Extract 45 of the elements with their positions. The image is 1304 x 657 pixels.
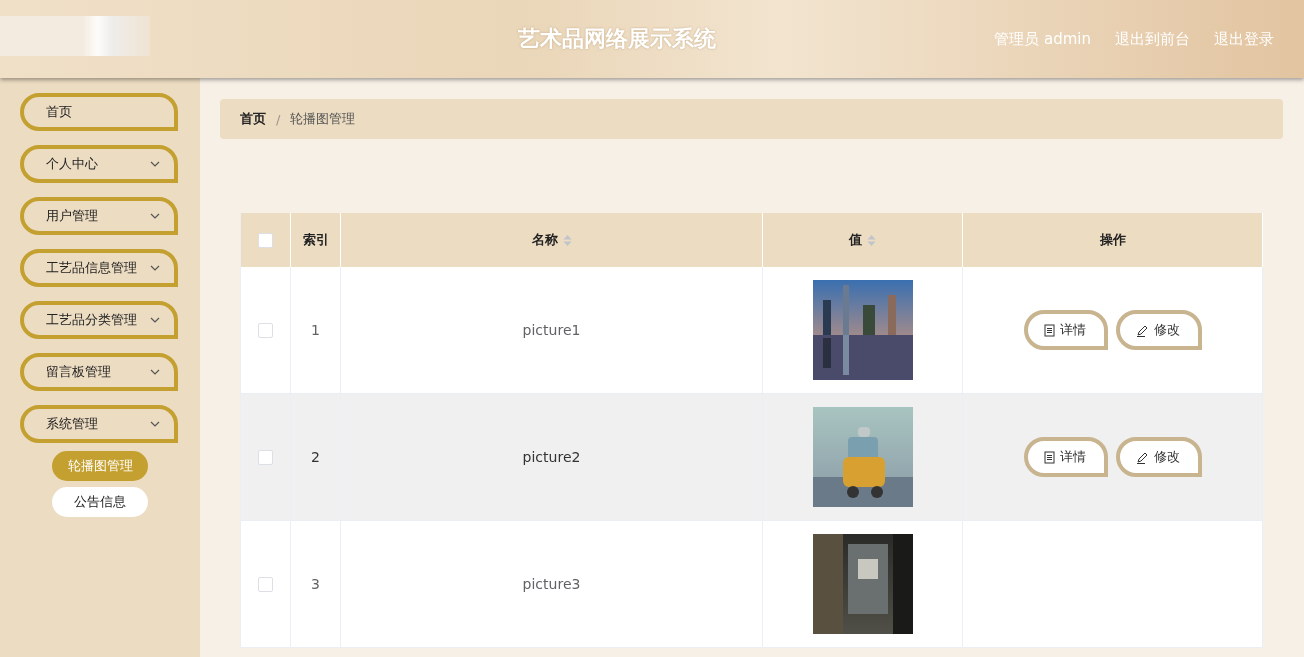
menu-label: 留言板管理 xyxy=(46,363,111,381)
select-all-checkbox[interactable] xyxy=(258,232,273,248)
name-text: picture2 xyxy=(522,449,581,465)
menu-item[interactable]: 用户管理 xyxy=(20,197,178,235)
row-checkbox[interactable] xyxy=(258,449,273,465)
document-icon xyxy=(1043,450,1055,464)
menu-item[interactable]: 留言板管理 xyxy=(20,353,178,391)
row-checkbox[interactable] xyxy=(258,576,273,592)
column-header[interactable]: 名称 xyxy=(341,213,763,267)
sort-icon[interactable] xyxy=(562,233,572,247)
menu-label: 用户管理 xyxy=(46,207,98,225)
index-text: 1 xyxy=(311,322,320,338)
site-title: 艺术品网络展示系统 xyxy=(517,25,718,53)
index-text: 3 xyxy=(311,576,320,592)
breadcrumb-link[interactable]: 首页 xyxy=(240,110,266,128)
pencil-icon xyxy=(1135,450,1149,464)
breadcrumb-separator: / xyxy=(276,111,281,127)
breadcrumb-link[interactable]: 轮播图管理 xyxy=(290,110,356,128)
pencil-icon xyxy=(1135,323,1149,337)
menu-label: 系统管理 xyxy=(46,415,98,433)
edit-button[interactable]: 修改 xyxy=(1115,437,1202,477)
menu-label: 首页 xyxy=(46,103,72,121)
menu-item[interactable]: 首页 xyxy=(20,93,178,131)
column-label: 名称 xyxy=(531,231,558,249)
menu-item[interactable]: 工艺品信息管理 xyxy=(20,249,178,287)
detail-button[interactable]: 详情 xyxy=(1023,437,1108,477)
menu-item[interactable]: 系统管理 xyxy=(20,405,178,443)
document-icon xyxy=(1043,323,1055,337)
column-header[interactable]: 值 xyxy=(763,213,963,267)
detail-button[interactable]: 详情 xyxy=(1023,310,1108,350)
menu-item[interactable]: 个人中心 xyxy=(20,145,178,183)
menu-item[interactable]: 工艺品分类管理 xyxy=(20,301,178,339)
sort-icon[interactable] xyxy=(867,233,876,247)
menu-label: 个人中心 xyxy=(46,155,98,173)
column-label: 操作 xyxy=(1099,231,1126,249)
name-text: picture1 xyxy=(522,322,581,338)
submenu-item[interactable]: 公告信息 xyxy=(52,487,148,517)
column-label: 值 xyxy=(849,231,862,249)
menu-label: 工艺品分类管理 xyxy=(46,311,137,329)
name-text: picture3 xyxy=(522,576,581,592)
edit-button[interactable]: 修改 xyxy=(1115,310,1202,350)
column-label: 索引 xyxy=(302,231,329,249)
row-checkbox[interactable] xyxy=(258,322,273,338)
menu-label: 工艺品信息管理 xyxy=(46,259,137,277)
index-text: 2 xyxy=(311,449,320,465)
